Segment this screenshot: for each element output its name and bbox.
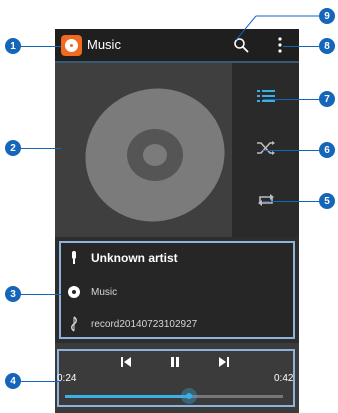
callout-3: 3 bbox=[5, 286, 21, 302]
app-title: Music bbox=[87, 37, 121, 52]
title-row: record20140723102927 bbox=[67, 315, 197, 333]
album-name: Music bbox=[91, 286, 118, 298]
playlist-icon[interactable] bbox=[256, 88, 276, 104]
artist-name: Unknown artist bbox=[91, 251, 178, 265]
total-duration: 0:42 bbox=[274, 373, 294, 384]
callout-7: 7 bbox=[319, 91, 335, 107]
shuffle-icon[interactable] bbox=[256, 140, 276, 156]
callout-leader-8 bbox=[283, 46, 319, 47]
microphone-icon bbox=[67, 250, 81, 266]
track-info-panel: Unknown artist Music record2014072310292… bbox=[59, 241, 295, 339]
callout-leader-5 bbox=[263, 201, 319, 202]
callout-1: 1 bbox=[5, 38, 21, 54]
callout-leader-1 bbox=[21, 46, 61, 47]
album-row: Music bbox=[67, 283, 117, 301]
repeat-icon[interactable] bbox=[256, 192, 276, 208]
album-disc-graphic bbox=[85, 88, 225, 222]
previous-icon[interactable] bbox=[119, 355, 133, 369]
callout-6: 6 bbox=[319, 142, 335, 158]
callout-leader-6 bbox=[263, 150, 319, 151]
callout-4: 4 bbox=[5, 373, 21, 389]
callout-leader-7 bbox=[263, 99, 319, 100]
artist-row: Unknown artist bbox=[67, 249, 178, 267]
next-icon[interactable] bbox=[217, 355, 231, 369]
disc-icon bbox=[67, 284, 81, 300]
seek-bar[interactable] bbox=[65, 388, 283, 404]
callout-leader-3 bbox=[21, 294, 61, 295]
callout-leader-2 bbox=[21, 148, 61, 149]
callout-leader-9 bbox=[236, 15, 319, 41]
callout-2: 2 bbox=[5, 140, 21, 156]
callout-9: 9 bbox=[319, 8, 335, 24]
music-app-screen: Music Unknown artist Music record2014072… bbox=[55, 29, 299, 413]
music-app-icon[interactable] bbox=[61, 35, 82, 56]
pause-icon[interactable] bbox=[168, 355, 182, 369]
elapsed-time: 0:24 bbox=[57, 373, 77, 384]
track-title: record20140723102927 bbox=[91, 318, 198, 330]
album-art bbox=[55, 63, 232, 237]
seek-progress bbox=[65, 395, 190, 398]
callout-8: 8 bbox=[319, 38, 335, 54]
callout-leader-4 bbox=[21, 381, 61, 382]
playback-controls: 0:24 0:42 bbox=[55, 343, 299, 413]
music-note-icon bbox=[67, 316, 81, 332]
callout-5: 5 bbox=[319, 193, 335, 209]
